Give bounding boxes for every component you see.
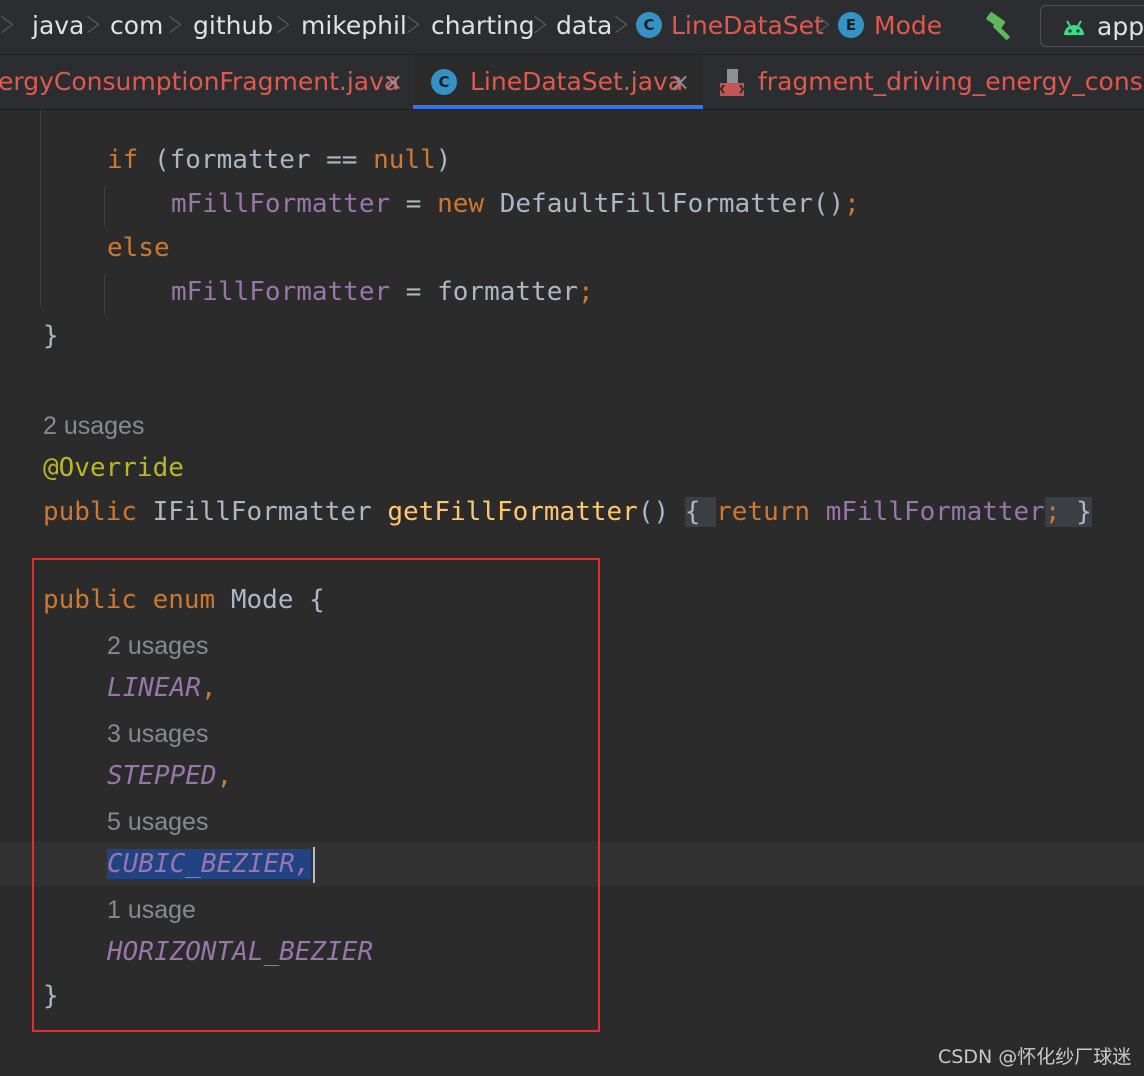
breadcrumb-item-github[interactable]: github xyxy=(193,8,273,44)
token-semicolon: ; xyxy=(578,277,594,307)
chevron-right-icon xyxy=(818,8,828,44)
code-line-get-fill-formatter: public IFillFormatter getFillFormatter()… xyxy=(43,490,1092,534)
usages-hint[interactable]: 2 usages xyxy=(43,406,144,446)
tab-linedataset[interactable]: C LineDataSet.java × xyxy=(413,55,703,109)
breadcrumb: java com github mikephil charting data C… xyxy=(0,0,1144,55)
chevron-right-icon xyxy=(2,8,12,44)
indent-guide xyxy=(40,110,41,306)
token-keyword: if xyxy=(107,145,139,175)
tab-label: fragment_driving_energy_consupt xyxy=(758,67,1144,96)
highlight-annotation-box xyxy=(32,558,600,1032)
build-hammer-icon[interactable] xyxy=(984,10,1018,44)
editor-tabs: ergyConsumptionFragment.java × C LineDat… xyxy=(0,55,1144,110)
run-config-label: app xyxy=(1097,12,1144,41)
run-configuration-selector[interactable]: app xyxy=(1040,5,1144,47)
token-field: mFillFormatter xyxy=(171,277,391,307)
code-line-assign-formatter: mFillFormatter = formatter; xyxy=(171,270,594,314)
breadcrumb-item-data[interactable]: data xyxy=(556,8,612,44)
folded-close-brace[interactable]: } xyxy=(1060,497,1092,527)
breadcrumb-item-com[interactable]: com xyxy=(110,8,163,44)
token-text: () xyxy=(637,497,670,527)
token-annotation: @Override xyxy=(43,453,184,483)
token-text: = xyxy=(390,189,438,219)
chevron-right-icon xyxy=(616,8,626,44)
token-field: mFillFormatter xyxy=(171,189,391,219)
token-keyword: new xyxy=(437,189,485,219)
chevron-right-icon xyxy=(88,8,98,44)
class-icon: C xyxy=(431,69,457,95)
tab-energy-consumption-fragment[interactable]: ergyConsumptionFragment.java × xyxy=(0,55,412,109)
folded-open-brace[interactable]: { xyxy=(684,497,717,527)
token-text: (formatter == xyxy=(138,145,374,175)
breadcrumb-item-charting[interactable]: charting xyxy=(431,8,535,44)
indent-guide xyxy=(104,274,105,314)
code-line-override: @Override xyxy=(43,446,184,490)
tab-label: ergyConsumptionFragment.java xyxy=(0,67,400,96)
token-semicolon: ; xyxy=(844,189,860,219)
tab-label: LineDataSet.java xyxy=(470,67,684,96)
token-keyword: else xyxy=(107,233,170,263)
chevron-right-icon xyxy=(170,8,180,44)
chevron-right-icon xyxy=(535,8,545,44)
chevron-right-icon xyxy=(408,8,418,44)
watermark: CSDN @怀化纱厂球迷 xyxy=(938,1046,1132,1068)
token-keyword: null xyxy=(373,145,436,175)
code-line-close-brace: } xyxy=(43,321,59,351)
token-keyword: public xyxy=(43,497,137,527)
enum-icon: E xyxy=(838,12,864,38)
token-semicolon: ; xyxy=(1044,497,1061,527)
breadcrumb-item-mode[interactable]: Mode xyxy=(874,8,942,44)
token-text: = formatter xyxy=(390,277,578,307)
token-text: ) xyxy=(435,145,452,175)
layout-xml-icon xyxy=(719,69,745,96)
token-keyword: return xyxy=(716,497,811,527)
token-text: IFillFormatter xyxy=(136,497,388,527)
token-field: mFillFormatter xyxy=(825,497,1045,527)
code-line-assign-default: mFillFormatter = new DefaultFillFormatte… xyxy=(171,182,860,226)
chevron-right-icon xyxy=(278,8,288,44)
code-editor[interactable]: if (formatter == null) mFillFormatter = … xyxy=(0,110,1144,1076)
close-icon[interactable]: × xyxy=(670,68,690,96)
breadcrumb-item-mikephil[interactable]: mikephil xyxy=(301,8,407,44)
breadcrumb-item-linedataset[interactable]: LineDataSet xyxy=(671,8,824,44)
code-line-if: if (formatter == null) xyxy=(107,138,451,182)
close-icon[interactable]: × xyxy=(383,68,403,96)
breadcrumb-item-java[interactable]: java xyxy=(32,8,84,44)
token-function: getFillFormatter xyxy=(387,497,638,527)
indent-guide xyxy=(104,186,105,226)
android-icon xyxy=(1064,20,1084,35)
token-text: DefaultFillFormatter() xyxy=(484,189,845,219)
tab-fragment-driving-energy[interactable]: fragment_driving_energy_consupt xyxy=(704,55,1144,109)
class-icon: C xyxy=(636,12,662,38)
code-line-else: else xyxy=(107,226,170,270)
